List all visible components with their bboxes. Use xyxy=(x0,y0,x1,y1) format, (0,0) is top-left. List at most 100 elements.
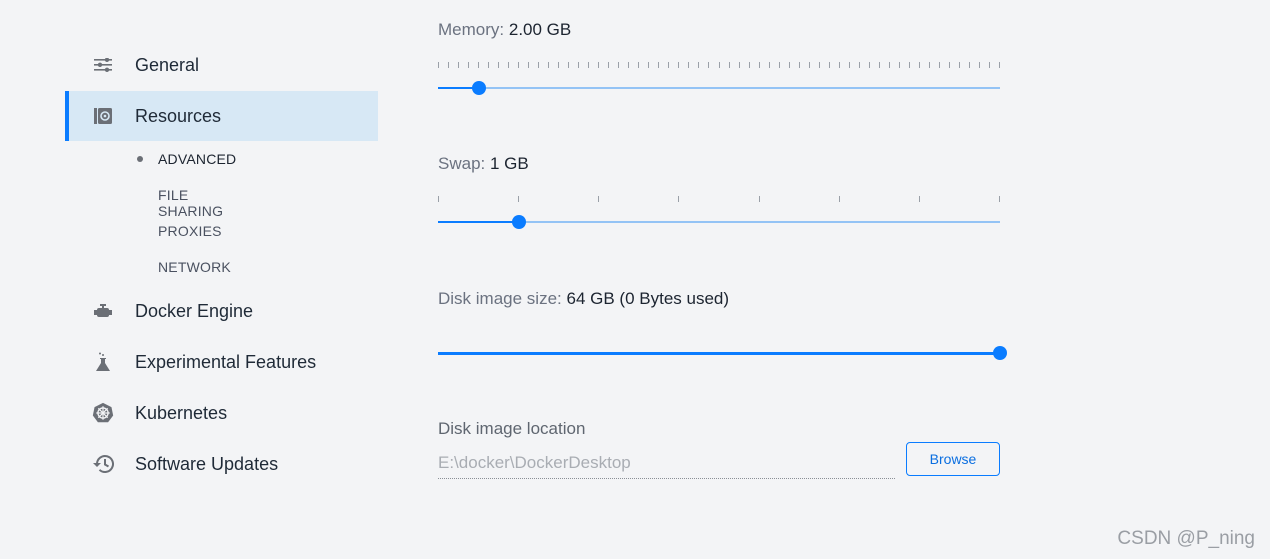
slider-tick xyxy=(728,62,730,68)
slider-thumb[interactable] xyxy=(512,215,527,229)
slider-tick xyxy=(878,62,880,68)
slider-tick xyxy=(818,62,820,68)
slider-tick xyxy=(508,62,510,68)
slider-tick xyxy=(668,62,670,68)
sidebar-item-experimental-features[interactable]: Experimental Features xyxy=(65,337,378,387)
slider-tick xyxy=(538,62,540,68)
slider-tick xyxy=(468,62,470,68)
slider-tick xyxy=(608,62,610,68)
slider-tick xyxy=(558,62,560,68)
slider-tick xyxy=(698,62,700,68)
slider-tick xyxy=(688,62,690,68)
memory-ticks xyxy=(438,62,1000,69)
watermark: CSDN @P_ning xyxy=(1117,528,1255,549)
subitem-network[interactable]: NETWORK xyxy=(158,259,231,275)
slider-tick xyxy=(618,62,620,68)
slider-tick xyxy=(598,62,600,68)
slider-tick xyxy=(638,62,640,68)
slider-tick xyxy=(778,62,780,68)
sidebar-item-docker-engine[interactable]: Docker Engine xyxy=(65,286,378,336)
slider-tick xyxy=(548,62,550,68)
slider-thumb[interactable] xyxy=(993,346,1007,360)
slider-tick xyxy=(958,62,960,68)
current-subitem-bullet xyxy=(137,156,143,162)
swap-label-text: Swap: xyxy=(438,154,486,173)
disk-location-label: Disk image location xyxy=(438,419,586,438)
slider-tick xyxy=(518,62,520,68)
disk-size-value: 64 GB (0 Bytes used) xyxy=(566,289,730,308)
slider-tick xyxy=(758,62,760,68)
swap-ticks xyxy=(438,196,1000,203)
slider-tick xyxy=(918,62,920,68)
sidebar-item-resources[interactable]: Resources xyxy=(65,91,378,141)
sidebar-item-label: Kubernetes xyxy=(135,402,228,423)
slider-tick xyxy=(578,62,580,68)
slider-tick xyxy=(438,62,439,68)
slider-tick xyxy=(748,62,750,68)
slider-tick xyxy=(758,196,760,202)
kubernetes-icon xyxy=(92,402,114,424)
slider-tick xyxy=(708,62,710,68)
slider-tick xyxy=(999,196,1000,202)
slider-tick xyxy=(598,196,600,202)
browse-button[interactable]: Browse xyxy=(906,442,1000,476)
slider-tick xyxy=(838,62,840,68)
sidebar-item-software-updates[interactable]: Software Updates xyxy=(65,439,378,489)
slider-tick xyxy=(628,62,630,68)
sidebar-item-general[interactable]: General xyxy=(65,40,378,90)
engine-icon xyxy=(92,300,114,322)
slider-tick xyxy=(738,62,740,68)
slider-thumb[interactable] xyxy=(472,81,487,95)
sidebar-item-label: Experimental Features xyxy=(135,351,317,372)
subitem-proxies[interactable]: PROXIES xyxy=(158,223,222,239)
sidebar-item-label: Docker Engine xyxy=(135,300,254,321)
slider-tick xyxy=(678,62,680,68)
slider-tick xyxy=(918,196,920,202)
sidebar-item-kubernetes[interactable]: Kubernetes xyxy=(65,388,378,438)
swap-value: 1 GB xyxy=(489,154,529,173)
slider-tick xyxy=(588,62,590,68)
slider-tick xyxy=(788,62,790,68)
slider-tick xyxy=(848,62,850,68)
slider-tick xyxy=(888,62,890,68)
disk-size-label: Disk image size: 64 GB (0 Bytes used) xyxy=(438,289,729,309)
slider-tick xyxy=(838,196,840,202)
slider-tick xyxy=(498,62,500,68)
slider-tick xyxy=(528,62,530,68)
slider-tick xyxy=(658,62,660,68)
memory-label-text: Memory: xyxy=(438,20,505,39)
slider-tick xyxy=(768,62,770,68)
subitem-advanced[interactable]: ADVANCED xyxy=(158,151,236,167)
slider-tick xyxy=(928,62,930,68)
slider-tick xyxy=(908,62,910,68)
slider-tick xyxy=(518,196,520,202)
slider-fill xyxy=(438,352,999,355)
disk-location-input[interactable] xyxy=(438,448,895,479)
sidebar-item-label: Software Updates xyxy=(135,453,279,474)
slider-tick xyxy=(478,62,480,68)
sliders-icon xyxy=(92,54,114,76)
memory-slider[interactable] xyxy=(438,80,1000,96)
swap-slider[interactable] xyxy=(438,214,1000,230)
sidebar-item-label: General xyxy=(135,54,200,75)
slider-tick xyxy=(448,62,450,68)
subitem-file-sharing[interactable]: FILE SHARING xyxy=(158,187,223,219)
memory-label: Memory: 2.00 GB xyxy=(438,20,571,40)
slider-tick xyxy=(808,62,810,68)
slider-tick xyxy=(968,62,970,68)
memory-value: 2.00 GB xyxy=(508,20,572,39)
disk-size-label-text: Disk image size: xyxy=(438,289,562,308)
slider-tick xyxy=(858,62,860,68)
slider-tick xyxy=(458,62,460,68)
slider-tick xyxy=(988,62,990,68)
disk-size-slider[interactable] xyxy=(438,345,1007,361)
slider-tick xyxy=(568,62,570,68)
swap-label: Swap: 1 GB xyxy=(438,154,529,174)
slider-tick xyxy=(678,196,680,202)
slider-tick xyxy=(898,62,900,68)
slider-track xyxy=(438,87,1000,89)
slider-tick xyxy=(438,196,439,202)
sidebar-item-label: Resources xyxy=(135,105,222,126)
slider-tick xyxy=(798,62,800,68)
history-icon xyxy=(92,453,114,475)
